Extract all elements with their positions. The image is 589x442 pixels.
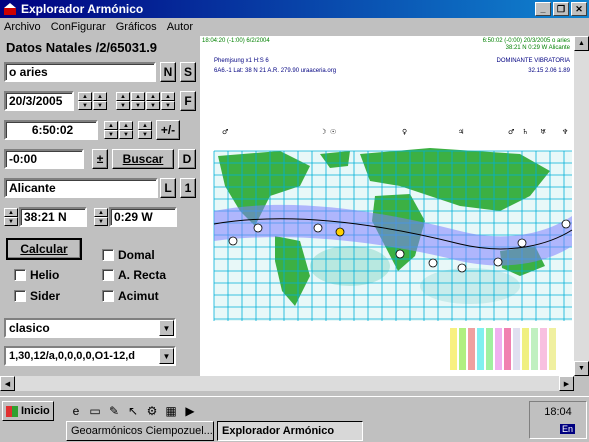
arecta-label: A. Recta — [118, 268, 167, 282]
planet-glyph: ☉ — [330, 128, 336, 136]
scroll-right-icon[interactable]: ▶ — [559, 376, 574, 391]
scroll-down-icon[interactable]: ▼ — [574, 361, 589, 376]
d-button[interactable]: D — [178, 149, 196, 169]
planet-glyph-row: ♂ ☽ ☉ ♀ ♃ ♂ ♄ ♅ ♆ — [222, 128, 568, 136]
one-button[interactable]: 1 — [180, 178, 196, 198]
day-spinner[interactable]: ▲ ▼ — [78, 92, 92, 110]
scroll-up-icon[interactable]: ▲ — [574, 36, 589, 51]
sign-button[interactable]: ± — [92, 149, 108, 169]
hour-spinner[interactable]: ▲ ▼ — [104, 121, 118, 139]
s-button[interactable]: S — [180, 62, 196, 82]
buscar-button[interactable]: Buscar — [112, 149, 174, 169]
task-geoarmonicos[interactable]: Geoarmónicos Ciempozuel... — [66, 421, 214, 441]
menu-configurar[interactable]: ConFigurar — [51, 21, 106, 33]
latitude-field[interactable]: 38:21 N — [19, 207, 87, 227]
horizontal-scrollbar[interactable]: ◀ ▶ — [0, 376, 574, 391]
helio-label: Helio — [30, 268, 60, 282]
month-spinner[interactable]: ▲ ▼ — [93, 92, 107, 110]
taskbar: Inicio e ▭ ✎ ↖ ⚙ ▦ ▶ Geoarmónicos Ciempo… — [0, 396, 589, 442]
plusminus-button[interactable]: +/- — [156, 120, 180, 140]
place-field[interactable]: Alicante — [4, 178, 158, 198]
second-spinner[interactable]: ▲ ▼ — [138, 121, 152, 139]
ie-icon[interactable]: e — [68, 403, 84, 419]
network-icon[interactable]: ⚙ — [144, 403, 160, 419]
acimut-checkbox[interactable]: Acimut — [102, 289, 159, 303]
start-label: Inicio — [21, 405, 50, 417]
domal-label: Domal — [118, 248, 155, 262]
sider-checkbox[interactable]: Sider — [14, 289, 60, 303]
task-explorador[interactable]: Explorador Armónico — [217, 421, 363, 441]
windows-logo-icon — [6, 405, 18, 417]
longitude-field[interactable]: 0:29 W — [109, 207, 177, 227]
planet-glyph: ♄ — [522, 128, 528, 136]
planet-glyph: ♂ — [508, 128, 514, 136]
lat-spinner[interactable]: ▲ ▼ — [4, 208, 18, 226]
year-spinner-4[interactable]: ▲ ▼ — [161, 92, 175, 110]
planet-glyph: ♃ — [458, 128, 464, 136]
language-indicator[interactable]: En — [560, 424, 576, 434]
planet-glyph: ♀ — [402, 128, 407, 136]
menu-archivo[interactable]: Archivo — [4, 21, 41, 33]
minimize-button[interactable]: _ — [535, 2, 551, 16]
name-field[interactable]: o aries — [4, 62, 156, 82]
year-spinner-3[interactable]: ▲ ▼ — [146, 92, 160, 110]
tool-icon[interactable]: ✎ — [106, 403, 122, 419]
minute-spinner[interactable]: ▲ ▼ — [119, 121, 133, 139]
natal-data-panel: Datos Natales /2/65031.9 o aries N S 20/… — [0, 36, 200, 376]
timezone-field[interactable]: -0:00 — [4, 149, 84, 169]
sider-label: Sider — [30, 289, 61, 303]
chevron-down-icon[interactable]: ▼ — [159, 348, 174, 364]
lon-spinner[interactable]: ▲ ▼ — [94, 208, 108, 226]
date-field[interactable]: 20/3/2005 — [4, 91, 74, 111]
planet-glyph: ♂ — [222, 128, 228, 136]
clock[interactable]: 18:04 — [530, 406, 586, 418]
play-icon[interactable]: ▶ — [182, 403, 198, 419]
planet-glyph: ♆ — [562, 128, 568, 136]
close-button[interactable]: ✕ — [571, 2, 587, 16]
planet-glyph: ♅ — [540, 128, 546, 136]
grid-icon[interactable]: ▦ — [163, 403, 179, 419]
system-tray: 18:04 En — [529, 401, 587, 439]
helio-checkbox[interactable]: Helio — [14, 268, 59, 282]
vertical-scrollbar[interactable]: ▲ ▼ — [574, 36, 589, 376]
style-select-value: clasico — [9, 321, 50, 335]
world-map: ♂ ☽ ☉ ♀ ♃ ♂ ♄ ♅ ♆ /* grid lines drawn by… — [213, 128, 573, 370]
n-button[interactable]: N — [160, 62, 176, 82]
l-button[interactable]: L — [160, 178, 176, 198]
start-button[interactable]: Inicio — [2, 401, 54, 421]
params-select[interactable]: 1,30,12/a,0,0,0,0,O1-12,d ▼ — [4, 346, 176, 366]
chevron-down-icon[interactable]: ▼ — [159, 320, 174, 336]
menu-autor[interactable]: Autor — [167, 21, 193, 33]
app-icon — [3, 2, 17, 16]
menu-graficos[interactable]: Gráficos — [116, 21, 157, 33]
window-title: Explorador Armónico — [21, 2, 144, 16]
panel-title: Datos Natales /2/65031.9 — [6, 40, 158, 55]
scroll-left-icon[interactable]: ◀ — [0, 376, 15, 391]
time-field[interactable]: 6:50:02 — [4, 120, 98, 140]
desktop-icon[interactable]: ▭ — [87, 403, 103, 419]
style-select[interactable]: clasico ▼ — [4, 318, 176, 338]
year-spinner-1[interactable]: ▲ ▼ — [116, 92, 130, 110]
maximize-button[interactable]: ❐ — [553, 2, 569, 16]
params-select-value: 1,30,12/a,0,0,0,0,O1-12,d — [9, 350, 135, 362]
acimut-label: Acimut — [118, 289, 159, 303]
calcular-button[interactable]: Calcular — [6, 238, 82, 260]
f-button[interactable]: F — [180, 91, 196, 111]
year-spinner-2[interactable]: ▲ ▼ — [131, 92, 145, 110]
planet-glyph: ☽ — [320, 128, 326, 136]
chart-canvas[interactable]: 18:04:20 (-1:00) 6/2/2004 Phemjsung x1 H… — [200, 36, 574, 376]
arrow-icon[interactable]: ↖ — [125, 403, 141, 419]
arecta-checkbox[interactable]: A. Recta — [102, 268, 166, 282]
menu-bar: Archivo ConFigurar Gráficos Autor — [0, 18, 589, 36]
vibration-color-bars — [450, 328, 556, 370]
domal-checkbox[interactable]: Domal — [102, 248, 155, 262]
window-titlebar[interactable]: Explorador Armónico _ ❐ ✕ — [0, 0, 589, 18]
